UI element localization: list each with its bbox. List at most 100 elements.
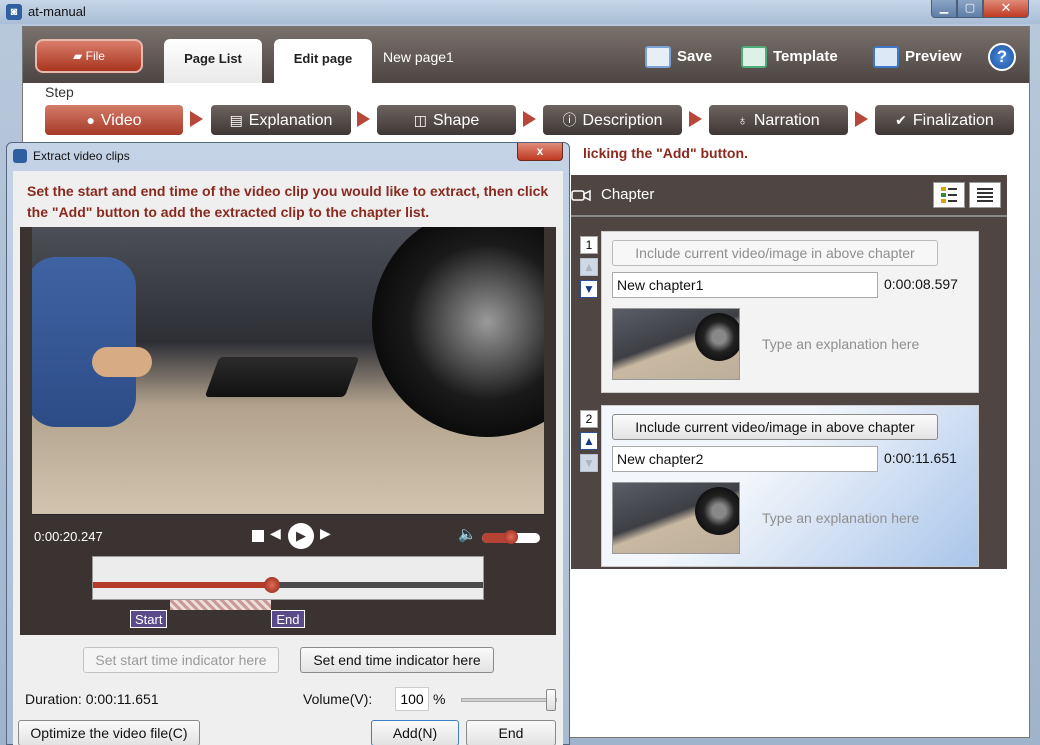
timeline-track (93, 577, 483, 593)
title-bar: ◙ at-manual ▁ ▢ ✕ (0, 0, 1040, 24)
step-shape[interactable]: ◫ Shape (377, 105, 516, 135)
video-camera-icon (571, 189, 591, 202)
thumbnail-view-icon[interactable] (933, 182, 965, 208)
step-bar: Step ● Video ▤ Explanation ◫ Shape ⓘ Descrip… (23, 83, 1029, 139)
dialog-message: Set the start and end time of the video … (27, 183, 549, 220)
toolbar: ▰ File Page List Edit page New page1 Sav… (23, 27, 1029, 83)
stop-icon[interactable] (252, 530, 264, 542)
step-finalization-label: Finalization (912, 112, 994, 129)
chapter-explanation[interactable]: Type an explanation here (762, 336, 919, 352)
chapter-panel: Chapter 1 ▲ ▼ Include current video/imag… (571, 175, 1007, 569)
optimize-button[interactable]: Optimize the video file(C) (18, 720, 200, 745)
dialog-body: Set the start and end time of the video … (13, 171, 563, 745)
document-icon: ▤ (229, 112, 243, 128)
microphone-icon: ♁ (737, 112, 748, 128)
move-down-icon: ▼ (580, 454, 598, 472)
timeline[interactable] (92, 556, 484, 600)
chapter-number: 2 (580, 410, 598, 428)
wheel-image (695, 487, 739, 535)
chapter-name-input[interactable]: New chapter2 (612, 446, 878, 472)
file-button[interactable]: ▰ File (35, 39, 143, 73)
maximize-button[interactable]: ▢ (957, 0, 983, 18)
minimize-button[interactable]: ▁ (931, 0, 957, 18)
extract-dialog: Extract video clips x Set the start and … (6, 142, 570, 745)
step-arrow-icon (855, 111, 868, 127)
step-explanation[interactable]: ▤ Explanation (211, 105, 351, 135)
start-marker[interactable]: Start (130, 610, 168, 628)
jack-image (204, 357, 360, 397)
volume-slider[interactable] (461, 689, 557, 711)
preview-button[interactable]: Preview (873, 43, 962, 71)
volume-slider-thumb[interactable] (546, 689, 556, 711)
step-video[interactable]: ● Video (45, 105, 183, 135)
checkmark-icon: ✔ (895, 112, 907, 128)
file-button-label: File (85, 49, 105, 63)
wheel-image (695, 313, 739, 361)
step-forward-icon[interactable]: ▶ (320, 525, 331, 542)
include-video-button: Include current video/image in above cha… (612, 240, 938, 266)
preview-label: Preview (905, 48, 962, 65)
end-button[interactable]: End (466, 720, 556, 745)
template-button[interactable]: Template (741, 43, 838, 71)
playhead-knob[interactable] (264, 577, 281, 593)
player-volume-knob[interactable] (504, 530, 518, 544)
set-start-button: Set start time indicator here (83, 647, 279, 673)
timeline-progress (93, 582, 273, 588)
step-arrow-icon (689, 111, 702, 127)
tab-page-list[interactable]: Page List (164, 39, 262, 83)
chapter-header-divider (571, 215, 1007, 217)
app-icon: ◙ (6, 4, 22, 20)
volume-unit: % (433, 691, 446, 707)
end-marker[interactable]: End (271, 610, 305, 628)
step-arrow-icon (523, 111, 536, 127)
step-video-label: Video (100, 112, 142, 129)
move-down-icon[interactable]: ▼ (580, 280, 598, 298)
step-finalization[interactable]: ✔ Finalization (875, 105, 1014, 135)
shape-icon: ◫ (413, 112, 427, 128)
chapter-card[interactable]: 2 ▲ ▼ Include current video/image in abo… (580, 405, 979, 567)
chapter-thumbnail[interactable] (612, 482, 740, 554)
template-label: Template (773, 48, 838, 65)
template-icon (741, 46, 767, 69)
chapter-explanation[interactable]: Type an explanation here (762, 510, 919, 526)
chapter-card[interactable]: 1 ▲ ▼ Include current video/image in abo… (580, 231, 979, 393)
step-shape-label: Shape (432, 112, 480, 129)
preview-icon (873, 46, 899, 69)
add-button[interactable]: Add(N) (371, 720, 459, 745)
dialog-close-button[interactable]: x (517, 143, 563, 161)
help-button[interactable]: ? (988, 43, 1016, 71)
chapter-name-input[interactable]: New chapter1 (612, 272, 878, 298)
step-narration[interactable]: ♁ Narration (709, 105, 848, 135)
player-volume-slider[interactable] (482, 530, 540, 544)
tab-edit-page[interactable]: Edit page (274, 39, 372, 83)
play-icon[interactable]: ▶ (288, 523, 314, 549)
speaker-icon[interactable]: 🔈 (458, 525, 477, 543)
step-description[interactable]: ⓘ Description (543, 105, 682, 135)
video-preview[interactable] (32, 227, 544, 515)
step-arrow-icon (190, 111, 203, 127)
step-arrow-icon (357, 111, 370, 127)
save-button[interactable]: Save (645, 43, 712, 71)
chapter-header: Chapter (571, 175, 1007, 217)
main-window: ◙ at-manual ▁ ▢ ✕ ▰ File Page List Edit … (0, 0, 1040, 745)
include-video-button[interactable]: Include current video/image in above cha… (612, 414, 938, 440)
step-explanation-label: Explanation (248, 112, 333, 129)
close-button[interactable]: ✕ (983, 0, 1029, 18)
step-description-label: Description (582, 112, 663, 129)
volume-input[interactable]: 100 (395, 687, 429, 711)
set-end-button[interactable]: Set end time indicator here (300, 647, 494, 673)
chapter-time: 0:00:11.651 (884, 450, 957, 466)
move-up-icon[interactable]: ▲ (580, 432, 598, 450)
list-view-icon[interactable] (969, 182, 1001, 208)
volume-label: Volume(V): (303, 691, 373, 707)
instruction-text: licking the "Add" button. (583, 145, 748, 161)
hand-image (92, 347, 152, 377)
clip-range (170, 600, 272, 610)
chapter-thumbnail[interactable] (612, 308, 740, 380)
step-back-icon[interactable]: ◀ (270, 525, 281, 542)
camera-icon: ● (86, 112, 95, 128)
current-time: 0:00:20.247 (34, 529, 103, 544)
step-narration-label: Narration (753, 112, 820, 129)
dialog-app-icon (13, 149, 27, 163)
tire-image (372, 227, 544, 437)
